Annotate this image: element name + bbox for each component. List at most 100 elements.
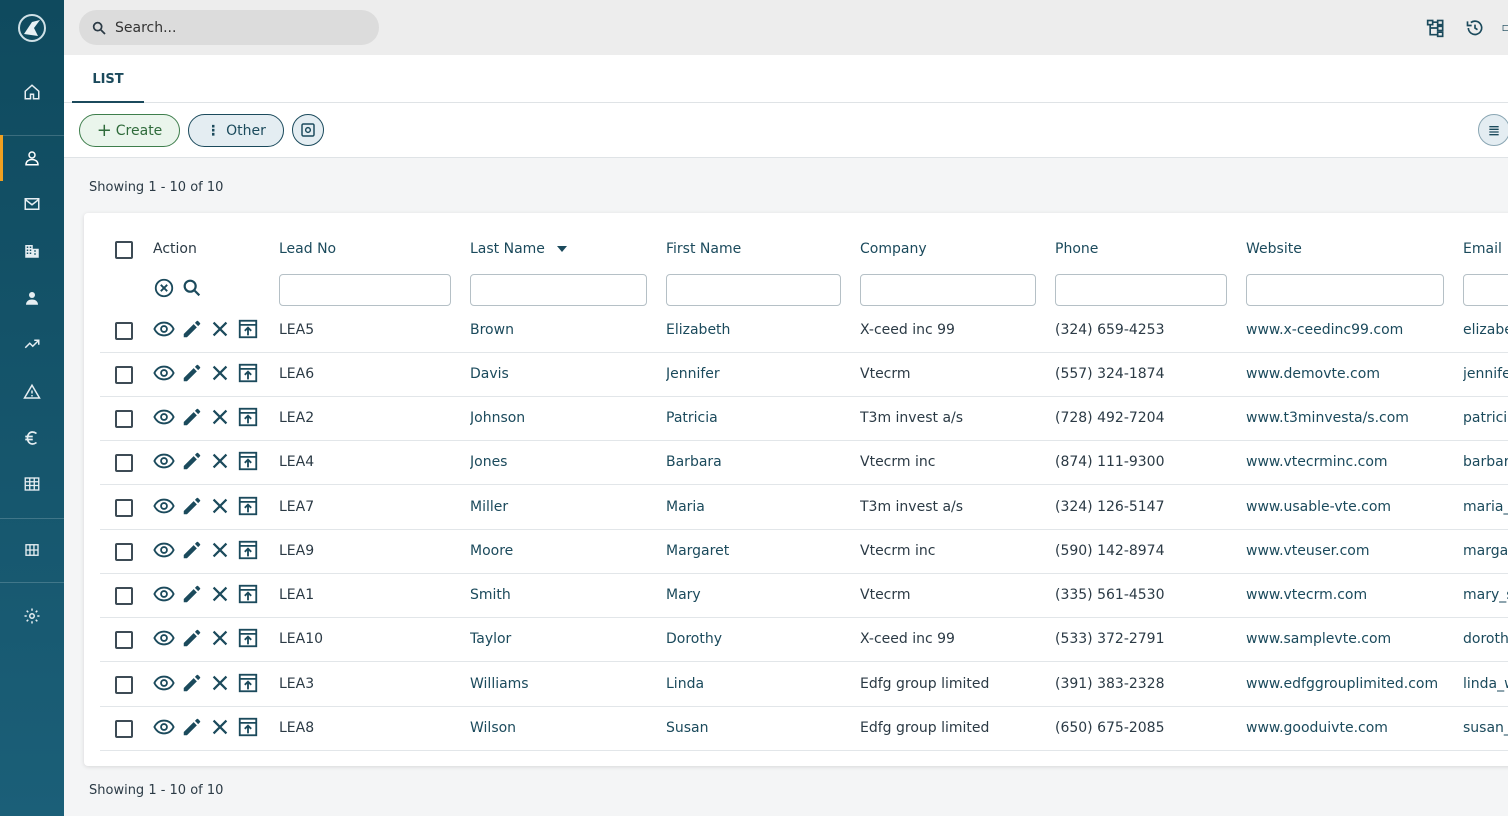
- cell-email[interactable]: margar: [1463, 543, 1508, 559]
- cell-first-name[interactable]: Margaret: [666, 543, 846, 559]
- filter-phone[interactable]: [1055, 274, 1227, 306]
- cell-first-name[interactable]: Linda: [666, 676, 846, 692]
- open-record-button[interactable]: [237, 672, 259, 694]
- sidebar-item-mail[interactable]: [0, 182, 64, 226]
- cell-first-name[interactable]: Maria: [666, 499, 846, 515]
- open-record-button[interactable]: [237, 318, 259, 340]
- row-checkbox[interactable]: [115, 676, 133, 694]
- list-view-button[interactable]: [1478, 114, 1508, 146]
- delete-record-button[interactable]: [209, 450, 231, 472]
- open-record-button[interactable]: [237, 450, 259, 472]
- row-checkbox[interactable]: [115, 366, 133, 384]
- column-header-first-name[interactable]: First Name: [666, 241, 741, 257]
- cell-last-name[interactable]: Jones: [470, 454, 650, 470]
- cell-email[interactable]: jennife: [1463, 366, 1508, 382]
- column-header-phone[interactable]: Phone: [1055, 241, 1098, 257]
- delete-record-button[interactable]: [209, 583, 231, 605]
- column-header-email[interactable]: Email: [1463, 241, 1502, 257]
- view-record-button[interactable]: [153, 627, 175, 649]
- sidebar-item-tables[interactable]: [0, 462, 64, 506]
- view-record-button[interactable]: [153, 495, 175, 517]
- cell-first-name[interactable]: Mary: [666, 587, 846, 603]
- sidebar-item-home[interactable]: [0, 70, 64, 114]
- view-record-button[interactable]: [153, 583, 175, 605]
- sitemap-button[interactable]: [1425, 17, 1447, 39]
- edit-record-button[interactable]: [181, 362, 203, 384]
- cell-first-name[interactable]: Patricia: [666, 410, 846, 426]
- delete-record-button[interactable]: [209, 627, 231, 649]
- cell-first-name[interactable]: Susan: [666, 720, 846, 736]
- sidebar-item-tickets[interactable]: [0, 370, 64, 414]
- cell-last-name[interactable]: Johnson: [470, 410, 650, 426]
- cell-website[interactable]: www.vtecrm.com: [1246, 587, 1456, 603]
- cell-last-name[interactable]: Taylor: [470, 631, 650, 647]
- search-input[interactable]: [115, 19, 355, 36]
- column-header-website[interactable]: Website: [1246, 241, 1302, 257]
- history-button[interactable]: [1464, 17, 1486, 39]
- edit-record-button[interactable]: [181, 450, 203, 472]
- cell-website[interactable]: www.gooduivte.com: [1246, 720, 1456, 736]
- clear-filter-button[interactable]: [153, 277, 175, 299]
- cell-website[interactable]: www.vteuser.com: [1246, 543, 1456, 559]
- cell-website[interactable]: www.vtecrminc.com: [1246, 454, 1456, 470]
- delete-record-button[interactable]: [209, 672, 231, 694]
- sidebar-item-apps[interactable]: [0, 528, 64, 572]
- column-header-lead-no[interactable]: Lead No: [279, 241, 336, 257]
- row-checkbox[interactable]: [115, 322, 133, 340]
- global-search[interactable]: [79, 10, 379, 45]
- row-checkbox[interactable]: [115, 454, 133, 472]
- tab-list[interactable]: LIST: [72, 55, 144, 104]
- delete-record-button[interactable]: [209, 495, 231, 517]
- filter-last-name[interactable]: [470, 274, 647, 306]
- cell-email[interactable]: linda_w: [1463, 676, 1508, 692]
- filter-first-name[interactable]: [666, 274, 841, 306]
- cell-email[interactable]: patricia: [1463, 410, 1508, 426]
- cell-first-name[interactable]: Jennifer: [666, 366, 846, 382]
- view-record-button[interactable]: [153, 450, 175, 472]
- cell-website[interactable]: www.demovte.com: [1246, 366, 1456, 382]
- cell-last-name[interactable]: Smith: [470, 587, 650, 603]
- open-record-button[interactable]: [237, 406, 259, 428]
- open-record-button[interactable]: [237, 495, 259, 517]
- panel-toggle-button[interactable]: [1502, 17, 1508, 39]
- sidebar-item-accounts[interactable]: [0, 229, 64, 273]
- delete-record-button[interactable]: [209, 716, 231, 738]
- cell-last-name[interactable]: Williams: [470, 676, 650, 692]
- create-button[interactable]: + Create: [79, 114, 180, 147]
- filter-email[interactable]: [1463, 274, 1508, 306]
- filter-company[interactable]: [860, 274, 1036, 306]
- open-record-button[interactable]: [237, 539, 259, 561]
- cell-website[interactable]: www.x-ceedinc99.com: [1246, 322, 1456, 338]
- view-record-button[interactable]: [153, 716, 175, 738]
- view-record-button[interactable]: [153, 406, 175, 428]
- view-record-button[interactable]: [153, 539, 175, 561]
- view-record-button[interactable]: [153, 318, 175, 340]
- row-checkbox[interactable]: [115, 720, 133, 738]
- sidebar-item-contacts[interactable]: [0, 276, 64, 320]
- row-checkbox[interactable]: [115, 499, 133, 517]
- cell-first-name[interactable]: Barbara: [666, 454, 846, 470]
- cell-last-name[interactable]: Miller: [470, 499, 650, 515]
- cell-email[interactable]: barbar: [1463, 454, 1508, 470]
- cell-last-name[interactable]: Wilson: [470, 720, 650, 736]
- cell-last-name[interactable]: Moore: [470, 543, 650, 559]
- delete-record-button[interactable]: [209, 406, 231, 428]
- sidebar-item-leads[interactable]: [0, 135, 64, 181]
- cell-first-name[interactable]: Dorothy: [666, 631, 846, 647]
- view-record-button[interactable]: [153, 672, 175, 694]
- cell-last-name[interactable]: Davis: [470, 366, 650, 382]
- view-record-button[interactable]: [153, 362, 175, 384]
- cell-email[interactable]: susan_: [1463, 720, 1508, 736]
- open-record-button[interactable]: [237, 627, 259, 649]
- sidebar-item-settings[interactable]: [0, 594, 64, 638]
- edit-record-button[interactable]: [181, 627, 203, 649]
- edit-record-button[interactable]: [181, 583, 203, 605]
- cell-last-name[interactable]: Brown: [470, 322, 650, 338]
- other-button[interactable]: ⋮ Other: [188, 114, 284, 147]
- cell-website[interactable]: www.edfggrouplimited.com: [1246, 676, 1456, 692]
- column-header-last-name[interactable]: Last Name: [470, 241, 568, 257]
- column-header-company[interactable]: Company: [860, 241, 927, 257]
- delete-record-button[interactable]: [209, 362, 231, 384]
- edit-record-button[interactable]: [181, 539, 203, 561]
- open-record-button[interactable]: [237, 716, 259, 738]
